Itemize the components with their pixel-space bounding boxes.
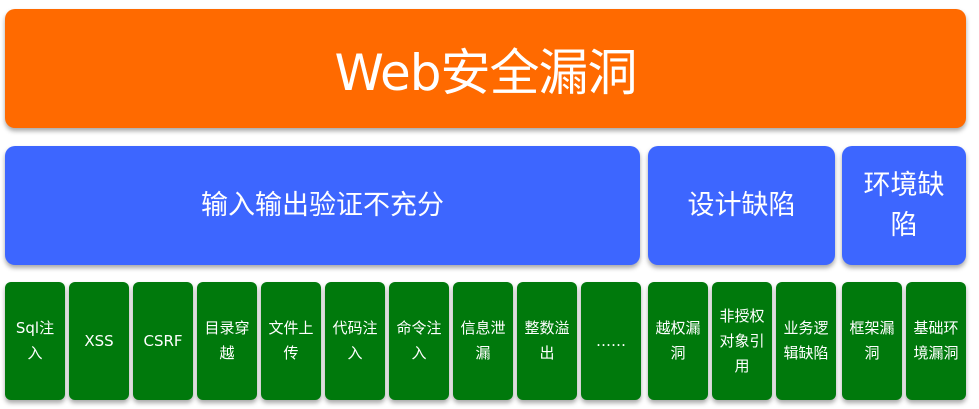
leaf-sql-injection: Sql注入 <box>5 282 65 400</box>
leaf-framework-vulnerability: 框架漏洞 <box>842 282 902 400</box>
category-design-flaw: 设计缺陷 <box>648 146 835 265</box>
category-input-output-validation: 输入输出验证不充分 <box>5 146 640 265</box>
leaf-directory-traversal: 目录穿越 <box>197 282 257 400</box>
leaf-command-injection: 命令注入 <box>389 282 449 400</box>
leaf-csrf: CSRF <box>133 282 193 400</box>
leaf-privilege-escalation: 越权漏洞 <box>648 282 708 400</box>
leaf-unauthorized-object-reference: 非授权对象引用 <box>712 282 772 400</box>
leaf-code-injection: 代码注入 <box>325 282 385 400</box>
leaf-base-environment-vulnerability: 基础环境漏洞 <box>906 282 966 400</box>
category-environment-flaw: 环境缺陷 <box>842 146 966 265</box>
leaf-information-leak: 信息泄漏 <box>453 282 513 400</box>
diagram-title: Web安全漏洞 <box>5 9 966 128</box>
leaf-integer-overflow: 整数溢出 <box>517 282 577 400</box>
leaf-file-upload: 文件上传 <box>261 282 321 400</box>
leaf-ellipsis: …… <box>581 282 641 400</box>
leaf-business-logic-flaw: 业务逻辑缺陷 <box>776 282 836 400</box>
leaf-xss: XSS <box>69 282 129 400</box>
